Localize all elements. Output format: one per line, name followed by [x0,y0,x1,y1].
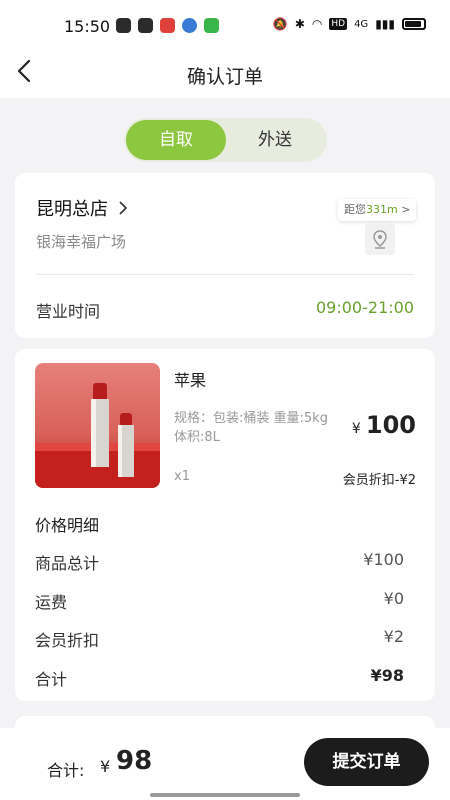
price-row-value: ¥0 [383,589,404,608]
distance-prefix: 距您 [344,203,366,216]
tab-delivery[interactable]: 外送 [225,120,325,160]
product-image [35,363,160,488]
price-row-label: 会员折扣 [35,631,100,650]
app-red-icon [160,18,175,33]
product-quantity: x1 [174,469,190,484]
home-indicator [150,793,300,797]
network-label: 4G [354,18,369,30]
price-detail-title: 价格明细 [35,516,100,535]
store-card: 昆明总店 银海幸福广场 距您331m > 营业时间 09:00-21:00 [15,173,435,338]
signal-icon: ▮▮▮ [375,17,395,31]
wechat-icon [116,18,131,33]
status-bar: 15:50 🔕 ✱ ◠ HD 4G ▮▮▮ [0,0,450,52]
distance-tag[interactable]: 距您331m > [338,199,417,221]
bluetooth-icon: ✱ [294,17,305,31]
status-time: 15:50 [64,17,111,36]
map-pin-icon [373,230,387,249]
bottom-bar: 合计: ¥ 98 提交订单 [0,728,450,800]
app-green-icon [204,18,219,33]
product-spec-line: 规格：包装:桶装 重量:5kg [174,411,328,426]
price-row-value: ¥2 [383,627,404,646]
price-row-total: 合计 ¥98 [35,666,404,690]
battery-icon [402,18,426,30]
price-row-member-discount: 会员折扣 ¥2 [35,627,404,651]
product-spec: 规格：包装:桶装 重量:5kg 体积:8L [174,409,354,447]
product-price: ¥ 100 [352,411,416,439]
delivery-mode-toggle: 自取 外送 [124,118,327,162]
member-discount: 会员折扣-¥2 [342,473,416,488]
page-title: 确认订单 [186,66,263,88]
price-row-label: 合计 [35,670,68,689]
hd-icon: HD [329,18,348,30]
price-row-label: 商品总计 [35,554,100,573]
distance-arrow: > [401,203,411,216]
lipstick-image [35,383,160,488]
map-pin-button[interactable] [365,223,395,255]
product-spec-line: 体积:8L [174,430,220,445]
price-row-value: ¥100 [363,550,404,569]
tab-pickup[interactable]: 自取 [126,120,226,160]
divider [36,274,414,275]
navigation-bar: 确认订单 [0,52,450,98]
chat-icon [138,18,153,33]
system-icons: 🔕 ✱ ◠ HD 4G ▮▮▮ [273,17,426,31]
bottom-total-label: 合计: [47,761,85,780]
mute-icon: 🔕 [272,17,288,31]
store-name-link[interactable]: 昆明总店 [36,195,128,221]
app-blue-icon [182,18,197,33]
bottom-total-symbol: ¥ [100,757,111,776]
chevron-right-icon [119,201,127,215]
business-hours-label: 营业时间 [36,302,101,321]
price-row-subtotal: 商品总计 ¥100 [35,550,404,574]
store-name: 昆明总店 [36,199,108,220]
business-hours-value: 09:00-21:00 [316,298,414,317]
order-card: 苹果 规格：包装:桶装 重量:5kg 体积:8L ¥ 100 x1 会员折扣-¥… [15,349,435,701]
notification-icons [116,18,219,33]
price-row-shipping: 运费 ¥0 [35,589,404,613]
price-row-value: ¥98 [370,666,404,685]
wifi-icon: ◠ [311,17,323,31]
product-name: 苹果 [174,371,207,390]
store-address: 银海幸福广场 [36,233,127,251]
price-row-label: 运费 [35,593,68,612]
price-amount: 100 [365,411,416,439]
price-symbol: ¥ [351,421,361,437]
distance-value: 331m [366,203,398,216]
submit-order-button[interactable]: 提交订单 [304,738,429,786]
bottom-total-amount: 98 [116,746,153,776]
